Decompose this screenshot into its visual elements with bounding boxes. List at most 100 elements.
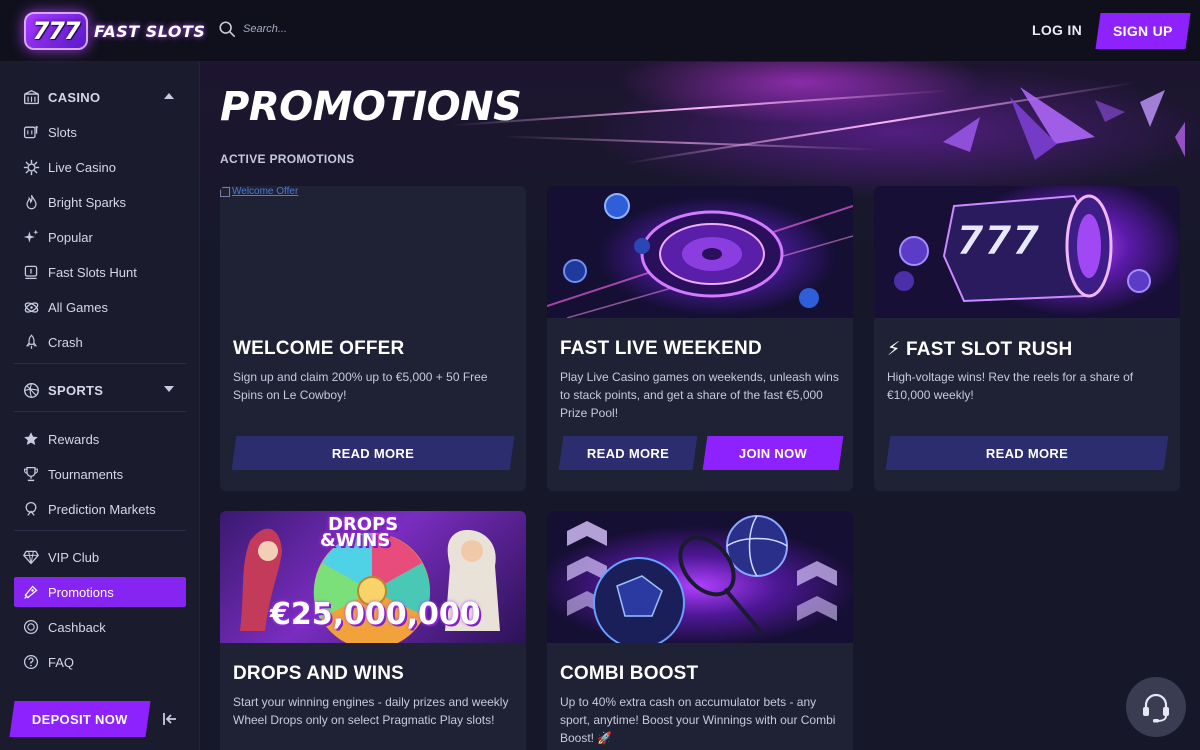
sidebar-item-label: Prediction Markets — [48, 501, 156, 517]
promo-card-combi-boost: COMBI BOOST Up to 40% extra cash on accu… — [547, 511, 853, 750]
promotions-icon — [22, 583, 40, 601]
sidebar-item-all-games[interactable]: All Games — [14, 292, 186, 322]
sidebar: CASINO Slots Live Casino Bright Sparks P… — [0, 62, 200, 750]
sidebar-item-cashback[interactable]: Cashback — [14, 612, 186, 642]
promo-card-image — [547, 186, 853, 318]
sidebar-item-crash[interactable]: Crash — [14, 327, 186, 357]
sidebar-item-fast-slots-hunt[interactable]: Fast Slots Hunt — [14, 257, 186, 287]
sidebar-item-label: FAQ — [48, 654, 75, 670]
sidebar-divider — [14, 530, 186, 531]
sidebar-item-popular[interactable]: Popular — [14, 222, 186, 252]
sidebar-item-label: Slots — [48, 124, 77, 140]
login-button[interactable]: LOG IN — [1032, 22, 1082, 38]
sidebar-casino-toggle[interactable]: CASINO — [14, 82, 186, 112]
sidebar-item-label: VIP Club — [48, 549, 100, 565]
promo-card-fast-slot-rush: 777 ⚡ FAST SLOT RUSH High-voltage wins! … — [874, 186, 1180, 491]
signup-button[interactable]: SIGN UP — [1095, 13, 1191, 49]
sidebar-item-label: Bright Sparks — [48, 194, 127, 210]
drops-wins-logo-line2: &WINS — [320, 530, 391, 551]
section-label: ACTIVE PROMOTIONS — [220, 152, 355, 166]
promo-card-image: 777 — [874, 186, 1180, 318]
read-more-label: READ MORE — [331, 445, 415, 461]
live-casino-icon — [22, 158, 40, 176]
broken-image-icon — [220, 186, 230, 197]
sidebar-item-label: Promotions — [48, 584, 114, 600]
logo-badge: 777 — [24, 12, 88, 50]
promo-card-title: ⚡ FAST SLOT RUSH — [887, 339, 1073, 360]
sidebar-sports-toggle[interactable]: SPORTS — [14, 375, 186, 405]
casino-icon — [22, 88, 40, 106]
sidebar-divider — [14, 411, 186, 412]
roulette-illustration — [547, 193, 853, 318]
image-alt-text: Welcome Offer — [232, 186, 299, 197]
promo-card-image — [547, 511, 853, 643]
sidebar-item-live-casino[interactable]: Live Casino — [14, 152, 186, 182]
promo-card-drops-and-wins: DROPS &WINS €25,000,000 DROPS AND WINS S… — [220, 511, 526, 750]
svg-text:777: 777 — [956, 218, 1040, 264]
promo-card-title: DROPS AND WINS — [233, 663, 404, 684]
live-support-button[interactable] — [1126, 677, 1186, 737]
sidebar-item-label: All Games — [48, 299, 108, 315]
page-title: PROMOTIONS — [220, 84, 522, 130]
sidebar-item-label: Popular — [48, 229, 93, 245]
deposit-now-button[interactable]: DEPOSIT NOW — [9, 701, 151, 737]
sidebar-casino-label: CASINO — [48, 89, 101, 105]
drops-wins-prize-amount: €25,000,000 — [270, 597, 481, 632]
join-now-label: JOIN NOW — [738, 445, 808, 461]
search-input[interactable]: Search... — [243, 23, 287, 35]
slot-reel-illustration: 777 — [894, 194, 1151, 303]
search-icon — [219, 21, 236, 38]
sidebar-item-vip-club[interactable]: VIP Club — [14, 542, 186, 572]
promo-card-description: Start your winning engines - daily prize… — [233, 695, 509, 727]
sidebar-item-promotions[interactable]: Promotions — [14, 577, 186, 607]
prediction-icon — [22, 500, 40, 518]
sports-balls-illustration — [567, 515, 837, 643]
broken-image-placeholder: Welcome Offer — [220, 186, 298, 197]
sidebar-item-label: Rewards — [48, 431, 100, 447]
headset-icon — [1143, 693, 1169, 723]
flame-icon — [22, 193, 40, 211]
read-more-button[interactable]: READ MORE — [231, 436, 515, 470]
promo-card-description: Up to 40% extra cash on accumulator bets… — [560, 695, 836, 745]
sidebar-item-label: Cashback — [48, 619, 106, 635]
light-streak — [500, 135, 880, 151]
sidebar-item-bright-sparks[interactable]: Bright Sparks — [14, 187, 186, 217]
sidebar-item-label: Tournaments — [48, 466, 124, 482]
promo-card-fast-live-weekend: FAST LIVE WEEKEND Play Live Casino games… — [547, 186, 853, 491]
sidebar-item-label: Crash — [48, 334, 83, 350]
read-more-button[interactable]: READ MORE — [885, 436, 1169, 470]
star-icon — [22, 430, 40, 448]
sparkle-icon — [22, 228, 40, 246]
main-content: PROMOTIONS ACTIVE PROMOTIONS Welcome Off… — [200, 62, 1200, 750]
promo-card-description: High-voltage wins! Rev the reels for a s… — [887, 370, 1134, 402]
logo[interactable]: 777 FAST SLOTS — [24, 8, 205, 54]
promo-card-welcome: Welcome Offer WELCOME OFFER Sign up and … — [220, 186, 526, 491]
slot-machine-icon — [22, 123, 40, 141]
promo-card-title: WELCOME OFFER — [233, 338, 405, 359]
collapse-sidebar-icon[interactable] — [160, 709, 180, 729]
logo-text: FAST SLOTS — [94, 21, 206, 41]
top-header: 777 FAST SLOTS Search... LOG IN SIGN UP — [0, 0, 1200, 62]
promo-card-title: COMBI BOOST — [560, 663, 699, 684]
rocket-icon — [22, 333, 40, 351]
sidebar-sports-label: SPORTS — [48, 382, 104, 398]
promo-card-image: Welcome Offer — [220, 186, 526, 318]
sidebar-item-prediction-markets[interactable]: Prediction Markets — [14, 494, 186, 524]
sidebar-item-faq[interactable]: FAQ — [14, 647, 186, 677]
read-more-label: READ MORE — [586, 445, 670, 461]
faq-icon — [22, 653, 40, 671]
sidebar-item-rewards[interactable]: Rewards — [14, 424, 186, 454]
promo-card-title: FAST LIVE WEEKEND — [560, 338, 762, 359]
deposit-now-label: DEPOSIT NOW — [32, 711, 128, 727]
read-more-button[interactable]: READ MORE — [558, 436, 698, 470]
sidebar-item-slots[interactable]: Slots — [14, 117, 186, 147]
sidebar-item-tournaments[interactable]: Tournaments — [14, 459, 186, 489]
chevron-down-icon — [164, 386, 174, 392]
read-more-label: READ MORE — [985, 445, 1069, 461]
promo-card-image: DROPS &WINS €25,000,000 — [220, 511, 526, 643]
hunt-icon — [22, 263, 40, 281]
join-now-button[interactable]: JOIN NOW — [702, 436, 844, 470]
diamond-icon — [22, 548, 40, 566]
light-streak — [450, 89, 950, 127]
search-bar[interactable]: Search... — [218, 20, 287, 38]
